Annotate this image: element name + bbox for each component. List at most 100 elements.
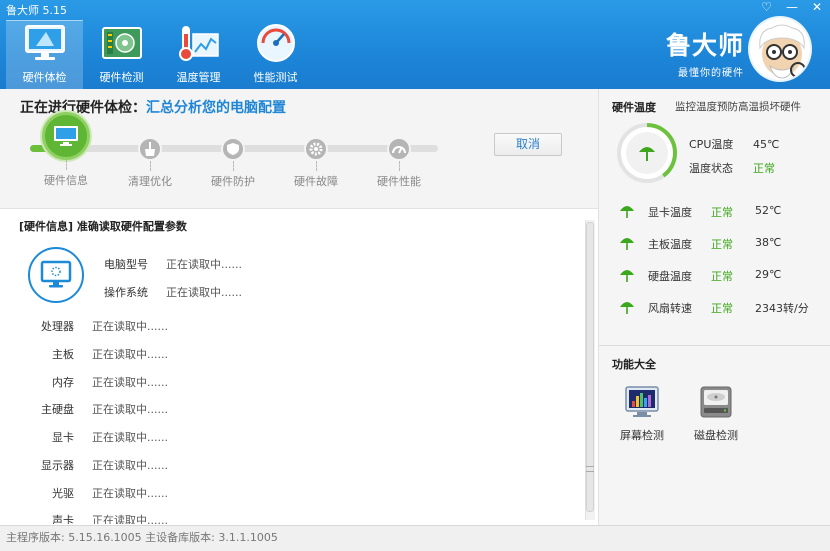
info-value: 正在读取中...... [92,487,168,500]
info-row-motherboard: 主板 正在读取中...... [22,346,168,362]
favorite-icon[interactable]: ♡ [761,0,772,14]
broom-icon [138,137,162,161]
status-bar: 主程序版本: 5.15.16.1005 主设备库版本: 3.1.1.1005 [0,525,830,551]
minimize-button[interactable]: — [786,0,798,14]
sensor-status: 正常 [711,206,733,219]
info-value: 正在读取中...... [92,376,168,389]
sensor-disk: 硬盘温度 正常 29℃ [619,267,819,285]
info-value: 正在读取中...... [92,348,168,361]
checkup-progress-area: 正在进行硬件体检：汇总分析您的电脑配置 硬件信息 清理优化 硬件防护 硬件故障 … [0,89,598,209]
sensor-name: 风扇转速 [648,302,692,315]
info-label: 主板 [52,348,74,361]
tab-label: 温度管理 [176,71,221,84]
info-row-optical: 光驱 正在读取中...... [22,485,168,501]
step-hardware-info: 硬件信息 [26,112,106,188]
functions-title: 功能大全 [612,358,656,371]
info-row-disk: 主硬盘 正在读取中...... [22,401,168,417]
function-label: 磁盘检测 [694,429,738,442]
board-icon [100,22,144,64]
computer-icon [28,247,84,303]
close-button[interactable]: ✕ [812,0,822,14]
checkup-subtitle: 汇总分析您的电脑配置 [146,100,286,116]
sensor-gpu: 显卡温度 正常 52℃ [619,203,819,221]
temp-status-row: 温度状态 正常 [689,160,775,176]
sensor-value: 29℃ [755,268,782,281]
step-stem [149,161,151,171]
step-protection: 硬件防护 [193,124,273,189]
umbrella-icon [619,235,635,254]
info-row-memory: 内存 正在读取中...... [22,374,168,390]
info-label: 主硬盘 [41,403,74,416]
tab-temperature[interactable]: 温度管理 [160,20,237,89]
info-label: 处理器 [41,320,74,333]
info-label: 内存 [52,376,74,389]
tab-hardware-detect[interactable]: 硬件检测 [83,20,160,89]
screen-test-icon [625,385,659,419]
sensor-name: 主板温度 [648,238,692,251]
info-label: 操作系统 [104,286,148,299]
sensor-status: 正常 [711,302,733,315]
info-label: 光驱 [52,487,74,500]
sensor-fan: 风扇转速 正常 2343转/分 [619,299,819,317]
sensor-status: 正常 [711,238,733,251]
step-label: 硬件信息 [44,174,88,187]
sensor-name: 显卡温度 [648,206,692,219]
tab-performance[interactable]: 性能测试 [237,20,314,89]
sensor-value: 52℃ [755,204,782,217]
step-performance: 硬件性能 [359,124,439,189]
step-label: 硬件防护 [211,175,255,188]
main-nav: 硬件体检 硬件检测 温度管理 性能测试 [6,20,314,89]
main-panel: 正在进行硬件体检：汇总分析您的电脑配置 硬件信息 清理优化 硬件防护 硬件故障 … [0,89,598,525]
step-stem [232,161,234,171]
step-label: 硬件故障 [294,175,338,188]
step-label: 硬件性能 [377,175,421,188]
step-fault: 硬件故障 [276,124,356,189]
function-disk-test[interactable]: 磁盘检测 [686,385,746,443]
info-value: 正在读取中...... [92,403,168,416]
mascot-avatar[interactable] [748,16,812,82]
tab-label: 硬件检测 [99,71,144,84]
info-value: 正在读取中...... [92,459,168,472]
sensor-status: 正常 [711,270,733,283]
step-stem [315,161,317,171]
info-label: 电脑型号 [104,258,148,271]
info-row-display: 显示器 正在读取中...... [22,457,168,473]
info-row-sound: 声卡 正在读取中...... [22,512,168,524]
temp-status-value: 正常 [753,162,775,175]
tab-label: 硬件体检 [22,71,67,84]
step-stem [398,161,400,171]
brand-name: 鲁大师 [665,31,744,60]
umbrella-icon [619,203,635,222]
thermometer-icon [177,22,221,64]
cancel-button[interactable]: 取消 [494,133,562,156]
info-value: 正在读取中...... [166,258,242,271]
info-value: 正在读取中...... [92,514,168,524]
temp-status-label: 温度状态 [689,162,733,175]
info-row-model: 电脑型号 正在读取中...... [104,256,242,272]
step-label: 清理优化 [128,175,172,188]
function-screen-test[interactable]: 屏幕检测 [612,385,672,443]
step-cleanup: 清理优化 [110,124,190,189]
sensor-value: 38℃ [755,236,782,249]
info-value: 正在读取中...... [92,320,168,333]
speedometer-icon [254,22,298,64]
info-label: 声卡 [52,514,74,524]
step-stem [65,160,67,170]
tab-hardware-checkup[interactable]: 硬件体检 [6,20,83,89]
cpu-temp-gauge [616,122,678,184]
panel-divider [599,345,830,346]
shield-icon [221,137,245,161]
disk-test-icon [699,385,733,419]
gear-icon [304,137,328,161]
window-controls: ♡ — ✕ [761,0,822,14]
info-row-os: 操作系统 正在读取中...... [104,284,242,300]
temperature-subtitle: 监控温度预防高温损坏硬件 [675,101,801,113]
function-label: 屏幕检测 [620,429,664,442]
info-row-cpu: 处理器 正在读取中...... [22,318,168,334]
info-label: 显示器 [41,459,74,472]
sensor-name: 硬盘温度 [648,270,692,283]
scrollbar-grip [586,466,594,472]
brand: 鲁大师 最懂你的硬件 [666,26,744,79]
gauge-svg [617,123,677,183]
cpu-temp-row: CPU温度 45℃ [689,136,779,152]
